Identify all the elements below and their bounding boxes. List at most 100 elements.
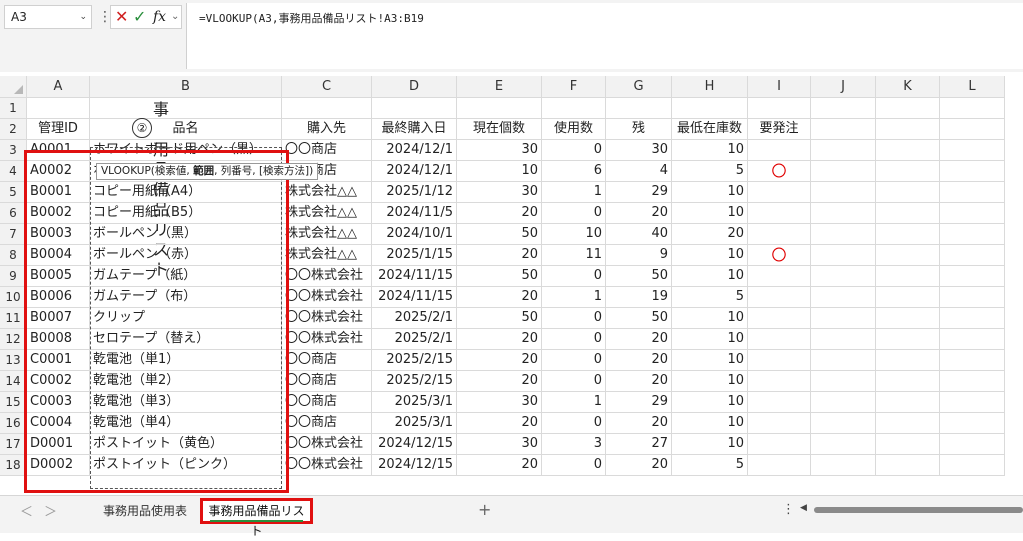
cell-order[interactable]: [748, 224, 811, 245]
horizontal-scrollbar[interactable]: ◀: [800, 503, 1023, 515]
cell-order[interactable]: [748, 455, 811, 476]
cell-used[interactable]: 0: [542, 350, 606, 371]
cell-min[interactable]: 10: [672, 245, 748, 266]
tab-usage-sheet[interactable]: 事務用品使用表: [95, 498, 195, 524]
cell-vendor[interactable]: 株式会社△△: [282, 203, 372, 224]
name-box-dropdown-icon[interactable]: ⌄: [79, 6, 87, 28]
row-header-15[interactable]: 15: [0, 392, 27, 413]
cell-date[interactable]: 2024/11/15: [372, 266, 457, 287]
scrollbar-thumb[interactable]: [814, 507, 1023, 513]
empty-cell[interactable]: [811, 161, 876, 182]
cell-order[interactable]: 〇: [748, 161, 811, 182]
column-header-i[interactable]: I: [748, 76, 811, 98]
cell-order[interactable]: [748, 392, 811, 413]
empty-cell[interactable]: [811, 245, 876, 266]
empty-cell[interactable]: [876, 161, 940, 182]
table-header-cell[interactable]: 管理ID: [27, 119, 90, 140]
column-header-e[interactable]: E: [457, 76, 542, 98]
empty-cell[interactable]: [940, 392, 1005, 413]
empty-cell[interactable]: [940, 203, 1005, 224]
row-header-13[interactable]: 13: [0, 350, 27, 371]
cell-current[interactable]: 30: [457, 140, 542, 161]
empty-cell[interactable]: [940, 371, 1005, 392]
empty-cell[interactable]: [811, 182, 876, 203]
cell-order[interactable]: [748, 203, 811, 224]
empty-cell[interactable]: [940, 308, 1005, 329]
cell-min[interactable]: 10: [672, 182, 748, 203]
cell-current[interactable]: 20: [457, 287, 542, 308]
cell-vendor[interactable]: 〇〇株式会社: [282, 455, 372, 476]
cell-current[interactable]: 20: [457, 329, 542, 350]
cell-current[interactable]: 20: [457, 371, 542, 392]
empty-cell[interactable]: [876, 308, 940, 329]
cell-used[interactable]: 0: [542, 371, 606, 392]
cell-used[interactable]: 1: [542, 287, 606, 308]
cell-vendor[interactable]: 株式会社△△: [282, 182, 372, 203]
cell-remain[interactable]: 30: [606, 140, 672, 161]
empty-cell[interactable]: [876, 140, 940, 161]
empty-cell[interactable]: [940, 329, 1005, 350]
cell-current[interactable]: 50: [457, 266, 542, 287]
row-header-5[interactable]: 5: [0, 182, 27, 203]
table-header-cell[interactable]: 購入先: [282, 119, 372, 140]
cell-min[interactable]: 10: [672, 140, 748, 161]
empty-cell[interactable]: [876, 371, 940, 392]
empty-cell[interactable]: [811, 140, 876, 161]
cell-vendor[interactable]: 〇〇商店: [282, 140, 372, 161]
empty-cell[interactable]: [940, 413, 1005, 434]
cell-used[interactable]: 10: [542, 224, 606, 245]
empty-cell[interactable]: [27, 98, 90, 119]
formula-input[interactable]: =VLOOKUP(A3,事務用品備品リスト!A3:B19: [186, 3, 1023, 69]
empty-cell[interactable]: [876, 350, 940, 371]
empty-cell[interactable]: [811, 371, 876, 392]
empty-cell[interactable]: [811, 329, 876, 350]
row-header-2[interactable]: 2: [0, 119, 27, 140]
cell-order[interactable]: [748, 413, 811, 434]
cell-current[interactable]: 20: [457, 203, 542, 224]
cell-remain[interactable]: 50: [606, 266, 672, 287]
cell-vendor[interactable]: 〇〇株式会社: [282, 287, 372, 308]
row-header-10[interactable]: 10: [0, 287, 27, 308]
empty-cell[interactable]: [876, 392, 940, 413]
cell-order[interactable]: [748, 308, 811, 329]
row-header-11[interactable]: 11: [0, 308, 27, 329]
row-header-4[interactable]: 4: [0, 161, 27, 182]
cell-used[interactable]: 3: [542, 434, 606, 455]
cell-current[interactable]: 50: [457, 224, 542, 245]
table-header-cell[interactable]: 最終購入日: [372, 119, 457, 140]
table-header-cell[interactable]: 要発注: [748, 119, 811, 140]
fx-dropdown-icon[interactable]: ⌄: [171, 7, 179, 27]
cell-remain[interactable]: 9: [606, 245, 672, 266]
cell-min[interactable]: 5: [672, 287, 748, 308]
empty-cell[interactable]: [940, 98, 1005, 119]
enter-check-icon[interactable]: ✓: [133, 7, 146, 27]
cell-used[interactable]: 11: [542, 245, 606, 266]
cell-min[interactable]: 10: [672, 308, 748, 329]
cell-min[interactable]: 10: [672, 392, 748, 413]
cell-date[interactable]: 2025/2/15: [372, 371, 457, 392]
empty-cell[interactable]: [811, 455, 876, 476]
cell-vendor[interactable]: 〇〇商店: [282, 413, 372, 434]
cell-order[interactable]: [748, 287, 811, 308]
cell-min[interactable]: 10: [672, 371, 748, 392]
select-all-corner[interactable]: [0, 76, 27, 98]
cell-remain[interactable]: 20: [606, 455, 672, 476]
cell-current[interactable]: 30: [457, 434, 542, 455]
empty-cell[interactable]: [282, 98, 372, 119]
more-options-icon[interactable]: ⋮: [782, 502, 795, 517]
empty-cell[interactable]: [876, 266, 940, 287]
row-header-16[interactable]: 16: [0, 413, 27, 434]
cell-min[interactable]: 10: [672, 203, 748, 224]
cell-used[interactable]: 0: [542, 266, 606, 287]
empty-cell[interactable]: [811, 287, 876, 308]
cell-order[interactable]: [748, 350, 811, 371]
empty-cell[interactable]: [940, 161, 1005, 182]
cell-vendor[interactable]: 株式会社△△: [282, 245, 372, 266]
empty-cell[interactable]: [90, 98, 282, 119]
cell-date[interactable]: 2025/1/12: [372, 182, 457, 203]
empty-cell[interactable]: [672, 98, 748, 119]
cell-remain[interactable]: 20: [606, 413, 672, 434]
cell-min[interactable]: 10: [672, 329, 748, 350]
cell-order[interactable]: [748, 371, 811, 392]
empty-cell[interactable]: [940, 350, 1005, 371]
